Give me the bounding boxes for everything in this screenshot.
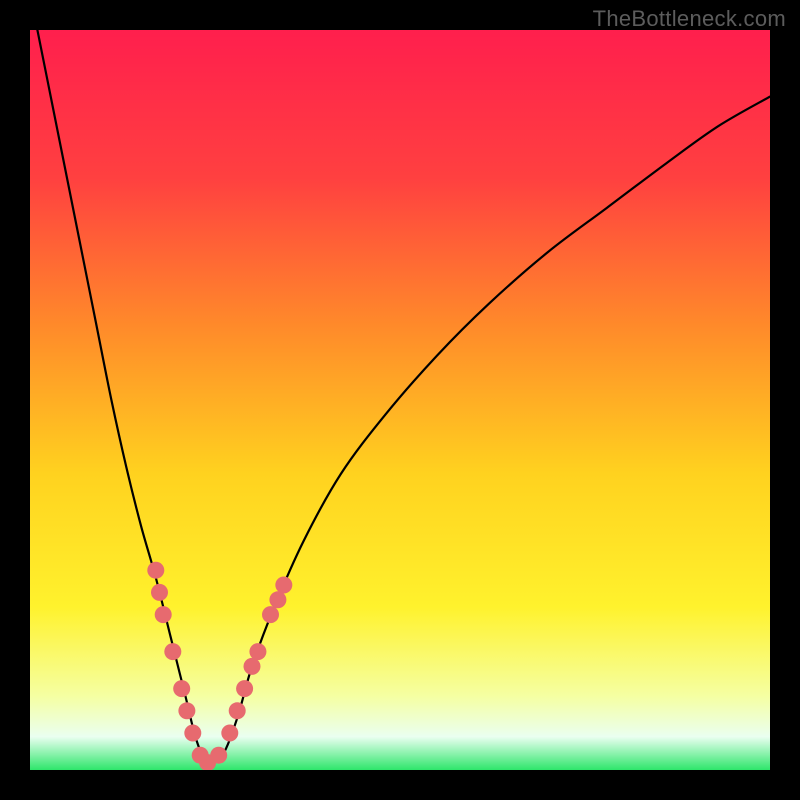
curve-marker bbox=[244, 658, 261, 675]
curve-marker bbox=[173, 680, 190, 697]
bottleneck-curve bbox=[30, 30, 770, 770]
curve-marker bbox=[147, 562, 164, 579]
curve-marker bbox=[178, 702, 195, 719]
watermark-text: TheBottleneck.com bbox=[593, 6, 786, 32]
curve-marker bbox=[275, 577, 292, 594]
curve-marker bbox=[249, 643, 266, 660]
curve-marker bbox=[210, 747, 227, 764]
curve-marker bbox=[229, 702, 246, 719]
curve-marker bbox=[155, 606, 172, 623]
curve-marker bbox=[164, 643, 181, 660]
curve-marker bbox=[184, 725, 201, 742]
curve-marker bbox=[262, 606, 279, 623]
chart-frame: TheBottleneck.com bbox=[0, 0, 800, 800]
curve-marker bbox=[269, 591, 286, 608]
curve-marker bbox=[151, 584, 168, 601]
curve-marker bbox=[221, 725, 238, 742]
curve-marker bbox=[236, 680, 253, 697]
plot-area bbox=[30, 30, 770, 770]
